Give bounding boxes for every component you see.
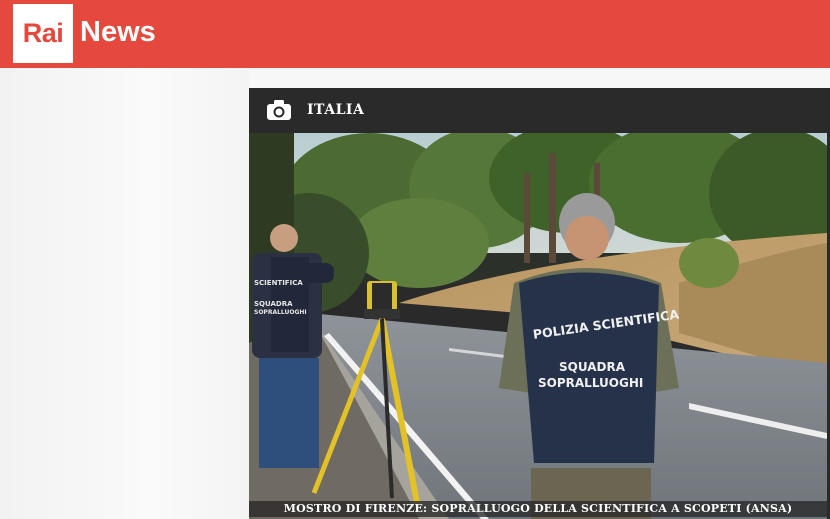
vest-text-2: SQUADRA <box>559 360 626 374</box>
site-header: Rai News <box>0 0 830 68</box>
section-label[interactable]: ITALIA <box>307 102 364 118</box>
camera-icon <box>267 100 291 120</box>
logo-news-text[interactable]: News <box>80 16 156 49</box>
side-vest-text-1: SCIENTIFICA <box>254 279 303 287</box>
photo-caption: MOSTRO DI FIRENZE: SOPRALLUOGO DELLA SCI… <box>249 501 827 517</box>
side-vest-text-2: SQUADRA <box>254 300 293 308</box>
left-blank-pane <box>0 68 249 519</box>
rai-logo[interactable]: Rai <box>13 4 73 63</box>
logo-rai-text: Rai <box>22 18 64 48</box>
news-photo[interactable]: SCIENTIFICA SQUADRA SOPRALLUOGHI POLIZIA… <box>249 133 827 519</box>
side-vest-text-3: SOPRALLUOGHI <box>254 309 307 316</box>
card-header: ITALIA <box>249 88 830 133</box>
news-photo-card[interactable]: ITALIA SCIENTIFICA SQUADRA SOPRALLUOGHI … <box>249 88 830 519</box>
vest-text-3: SOPRALLUOGHI <box>538 376 643 390</box>
